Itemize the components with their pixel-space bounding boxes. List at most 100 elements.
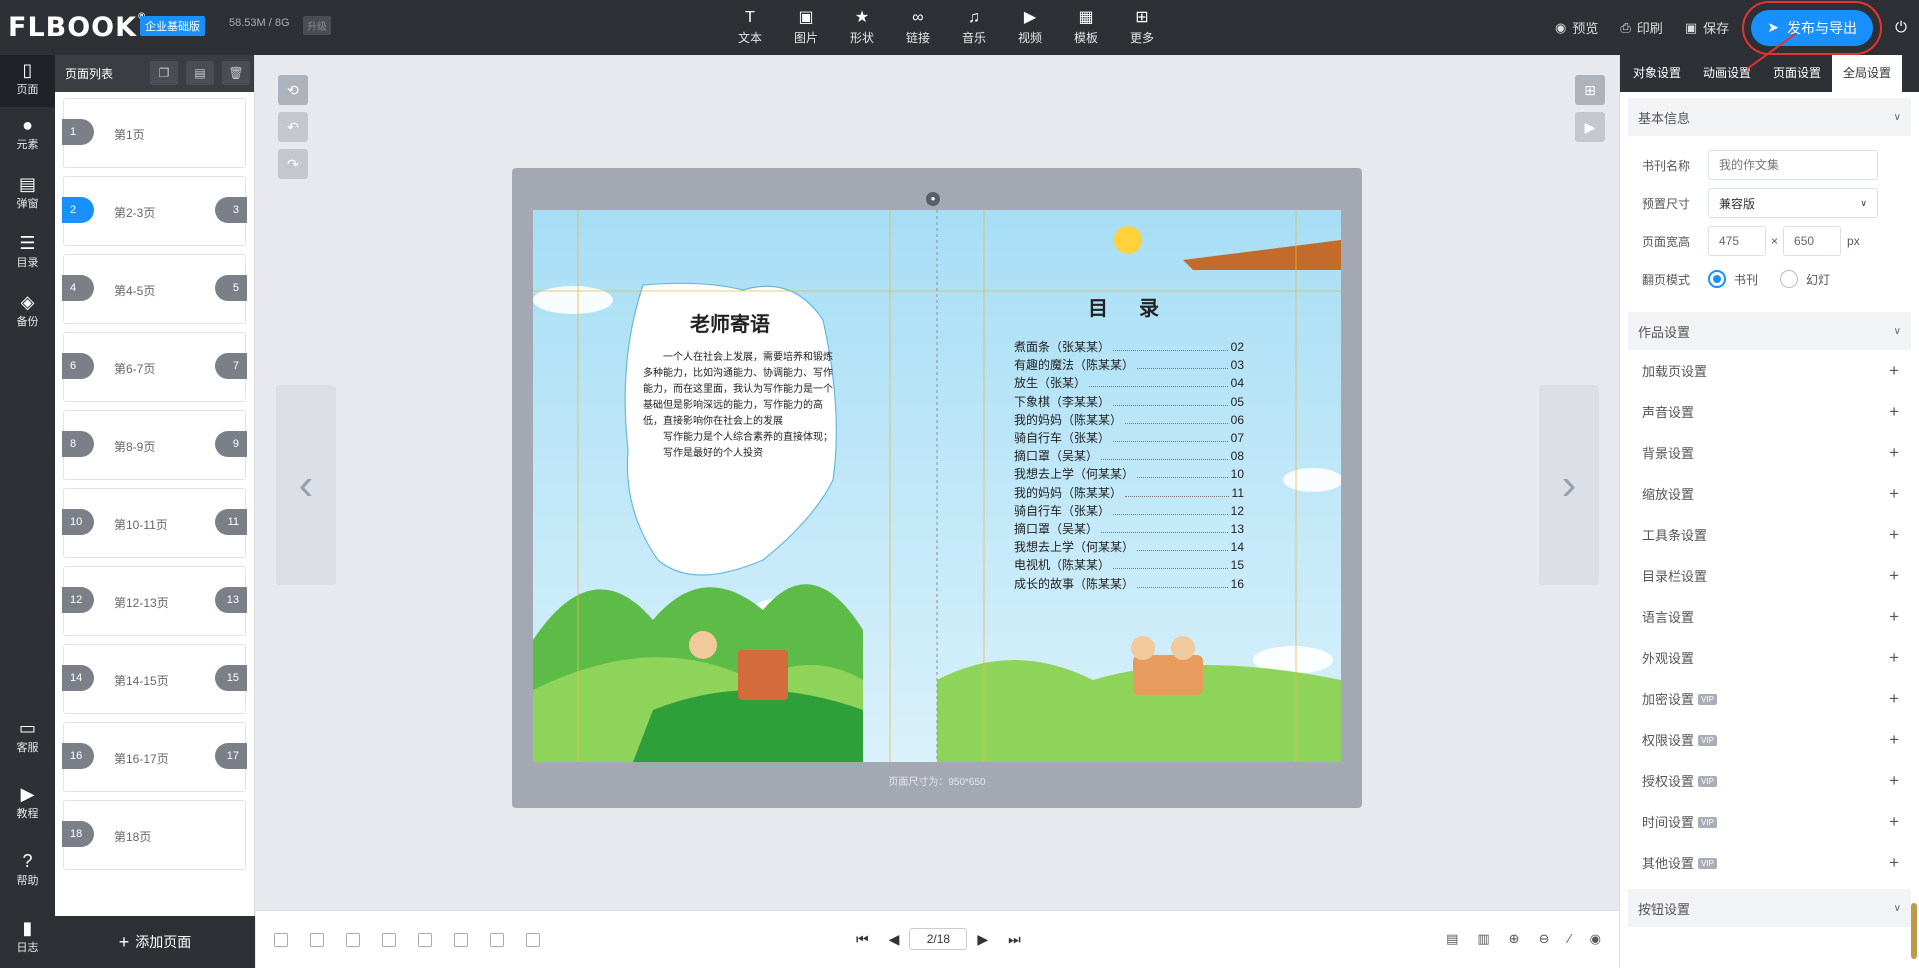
book-name-input[interactable] (1708, 150, 1878, 180)
distribute-h-icon[interactable] (490, 933, 504, 947)
page-number-input[interactable] (909, 928, 968, 950)
page-width-input[interactable]: 475 (1708, 226, 1766, 256)
publish-export-button[interactable]: ➤ 发布与导出 (1742, 0, 1883, 55)
settings-item[interactable]: 目录栏设置 + (1620, 555, 1919, 596)
first-page-icon[interactable]: ⏮ (856, 931, 869, 948)
print-button[interactable]: ⎙ 印刷 (1620, 18, 1662, 37)
add-page-icon[interactable]: ⊞ (1575, 75, 1605, 105)
zoom-out-icon[interactable]: ⊖ (1539, 931, 1550, 947)
toc-entry-page: 13 (1230, 522, 1244, 537)
rail-tutorial[interactable]: ▶ 教程 (0, 783, 55, 821)
toc-entry: 骑自行车（张某） 07 (1014, 429, 1244, 447)
add-page-button[interactable]: + 添加页面 (55, 916, 255, 968)
rail-backup[interactable]: ◈ 备份 (0, 291, 55, 329)
basic-info-header[interactable]: 基本信息 ∨ (1628, 98, 1911, 136)
settings-item[interactable]: 权限设置 VIP + (1620, 719, 1919, 760)
button-settings-header[interactable]: 按钮设置 ∨ (1628, 889, 1911, 927)
page-item[interactable]: 4 第4-5页 5 (62, 254, 247, 324)
align-middle-icon[interactable] (418, 933, 432, 947)
zoom-in-icon[interactable]: ⊕ (1509, 931, 1520, 947)
page-item[interactable]: 14 第14-15页 15 (62, 644, 247, 714)
settings-item[interactable]: 声音设置 + (1620, 391, 1919, 432)
settings-item[interactable]: 其他设置 VIP + (1620, 842, 1919, 883)
app-logo[interactable]: FLBOOK® (8, 12, 147, 43)
settings-item[interactable]: 加密设置 VIP + (1620, 678, 1919, 719)
copy-page-icon[interactable]: ❐ (150, 61, 178, 85)
delete-page-icon[interactable]: 🗑 (222, 61, 250, 85)
align-bottom-icon[interactable] (454, 933, 468, 947)
duplicate-page-icon[interactable]: ▤ (186, 61, 214, 85)
rail-toc[interactable]: ☰ 目录 (0, 232, 55, 270)
prev-page-arrow[interactable]: ‹ (276, 385, 336, 585)
next-page-icon[interactable]: ▶ (977, 931, 988, 948)
distribute-v-icon[interactable] (526, 933, 540, 947)
settings-item[interactable]: 语言设置 + (1620, 596, 1919, 637)
settings-item[interactable]: 外观设置 + (1620, 637, 1919, 678)
page-item[interactable]: 12 第12-13页 13 (62, 566, 247, 636)
fit-icon[interactable]: ⁄ (1568, 931, 1570, 947)
page-item[interactable]: 16 第16-17页 17 (62, 722, 247, 792)
last-page-icon[interactable]: ⏭ (1008, 931, 1021, 948)
template-tool[interactable]: ▦ 模板 (1058, 8, 1114, 46)
settings-item[interactable]: 加载页设置 + (1620, 350, 1919, 391)
double-page-icon[interactable]: ▥ (1477, 931, 1489, 947)
rail-elements[interactable]: ● 元素 (0, 114, 55, 152)
flip-slide-radio[interactable] (1780, 270, 1799, 288)
toc-entry: 我想去上学（何某某） 10 (1014, 465, 1244, 483)
align-left-icon[interactable] (274, 933, 288, 947)
lock-icon[interactable]: ● (926, 192, 940, 206)
tab-animation-settings[interactable]: 动画设置 (1692, 55, 1762, 92)
align-right-icon[interactable] (346, 933, 360, 947)
next-page-arrow[interactable]: › (1539, 385, 1599, 585)
rail-popup[interactable]: ▤ 弹窗 (0, 173, 55, 211)
single-page-icon[interactable]: ▤ (1446, 931, 1458, 947)
page-item[interactable]: 6 第6-7页 7 (62, 332, 247, 402)
book-spread[interactable]: 老师寄语 一个人在社会上发展，需要培养和锻炼多种能力，比如沟通能力、协调能力、写… (533, 210, 1341, 762)
save-button[interactable]: ▣ 保存 (1685, 18, 1729, 37)
link-tool[interactable]: ∞ 链接 (890, 8, 946, 46)
page-item[interactable]: 18 第18页 (62, 800, 246, 870)
redo-icon[interactable]: ↷ (278, 149, 308, 179)
tab-page-settings[interactable]: 页面设置 (1762, 55, 1832, 92)
more-tool[interactable]: ⊞ 更多 (1114, 8, 1170, 46)
music-tool[interactable]: ♫ 音乐 (946, 8, 1002, 46)
shape-tool[interactable]: ★ 形状 (834, 8, 890, 46)
page-item[interactable]: 1 第1页 (62, 98, 246, 168)
page-height-input[interactable]: 650 (1783, 226, 1842, 256)
panel-scrollbar[interactable] (1911, 903, 1917, 959)
power-icon[interactable]: ⏻ (1895, 19, 1907, 36)
preset-size-select[interactable]: 兼容版 ∨ (1708, 188, 1878, 218)
page-item[interactable]: 2 第2-3页 3 (62, 176, 247, 246)
align-top-icon[interactable] (382, 933, 396, 947)
video-tool[interactable]: ▶ 视频 (1002, 8, 1058, 46)
history-icon[interactable]: ⟲ (278, 75, 308, 105)
page-item[interactable]: 8 第8-9页 9 (62, 410, 247, 480)
rail-support[interactable]: ▭ 客服 (0, 717, 55, 755)
text-tool[interactable]: T 文本 (722, 8, 778, 46)
star-icon: ★ (854, 9, 870, 26)
prev-page-icon[interactable]: ◀ (889, 931, 900, 948)
page-list-title: 页面列表 (65, 67, 114, 81)
settings-item-label: 目录栏设置 (1642, 566, 1707, 585)
rail-pages[interactable]: ▯ 页面 (0, 55, 55, 107)
work-settings-header[interactable]: 作品设置 ∨ (1628, 312, 1911, 350)
settings-item[interactable]: 背景设置 + (1620, 432, 1919, 473)
rail-help[interactable]: ? 帮助 (0, 850, 55, 888)
upgrade-button[interactable]: 升级 (303, 16, 331, 35)
settings-item[interactable]: 工具条设置 + (1620, 514, 1919, 555)
tab-object-settings[interactable]: 对象设置 (1622, 55, 1692, 92)
undo-icon[interactable]: ↶ (278, 112, 308, 142)
page-item[interactable]: 10 第10-11页 11 (62, 488, 247, 558)
image-tool[interactable]: ▣ 图片 (778, 8, 834, 46)
preview-button[interactable]: ◉ 预览 (1555, 18, 1598, 37)
settings-item[interactable]: 授权设置 VIP + (1620, 760, 1919, 801)
play-preview-icon[interactable]: ▶ (1575, 112, 1605, 142)
tab-global-settings[interactable]: 全局设置 (1832, 55, 1902, 92)
align-center-icon[interactable] (310, 933, 324, 947)
settings-item[interactable]: 缩放设置 + (1620, 473, 1919, 514)
rail-log[interactable]: ▮ 日志 (0, 917, 55, 955)
flip-book-radio[interactable] (1708, 270, 1726, 288)
settings-icon[interactable]: ◉ (1590, 931, 1601, 947)
settings-item[interactable]: 时间设置 VIP + (1620, 801, 1919, 842)
page-list-header: 页面列表 ❐ ▤ 🗑 (55, 55, 254, 92)
